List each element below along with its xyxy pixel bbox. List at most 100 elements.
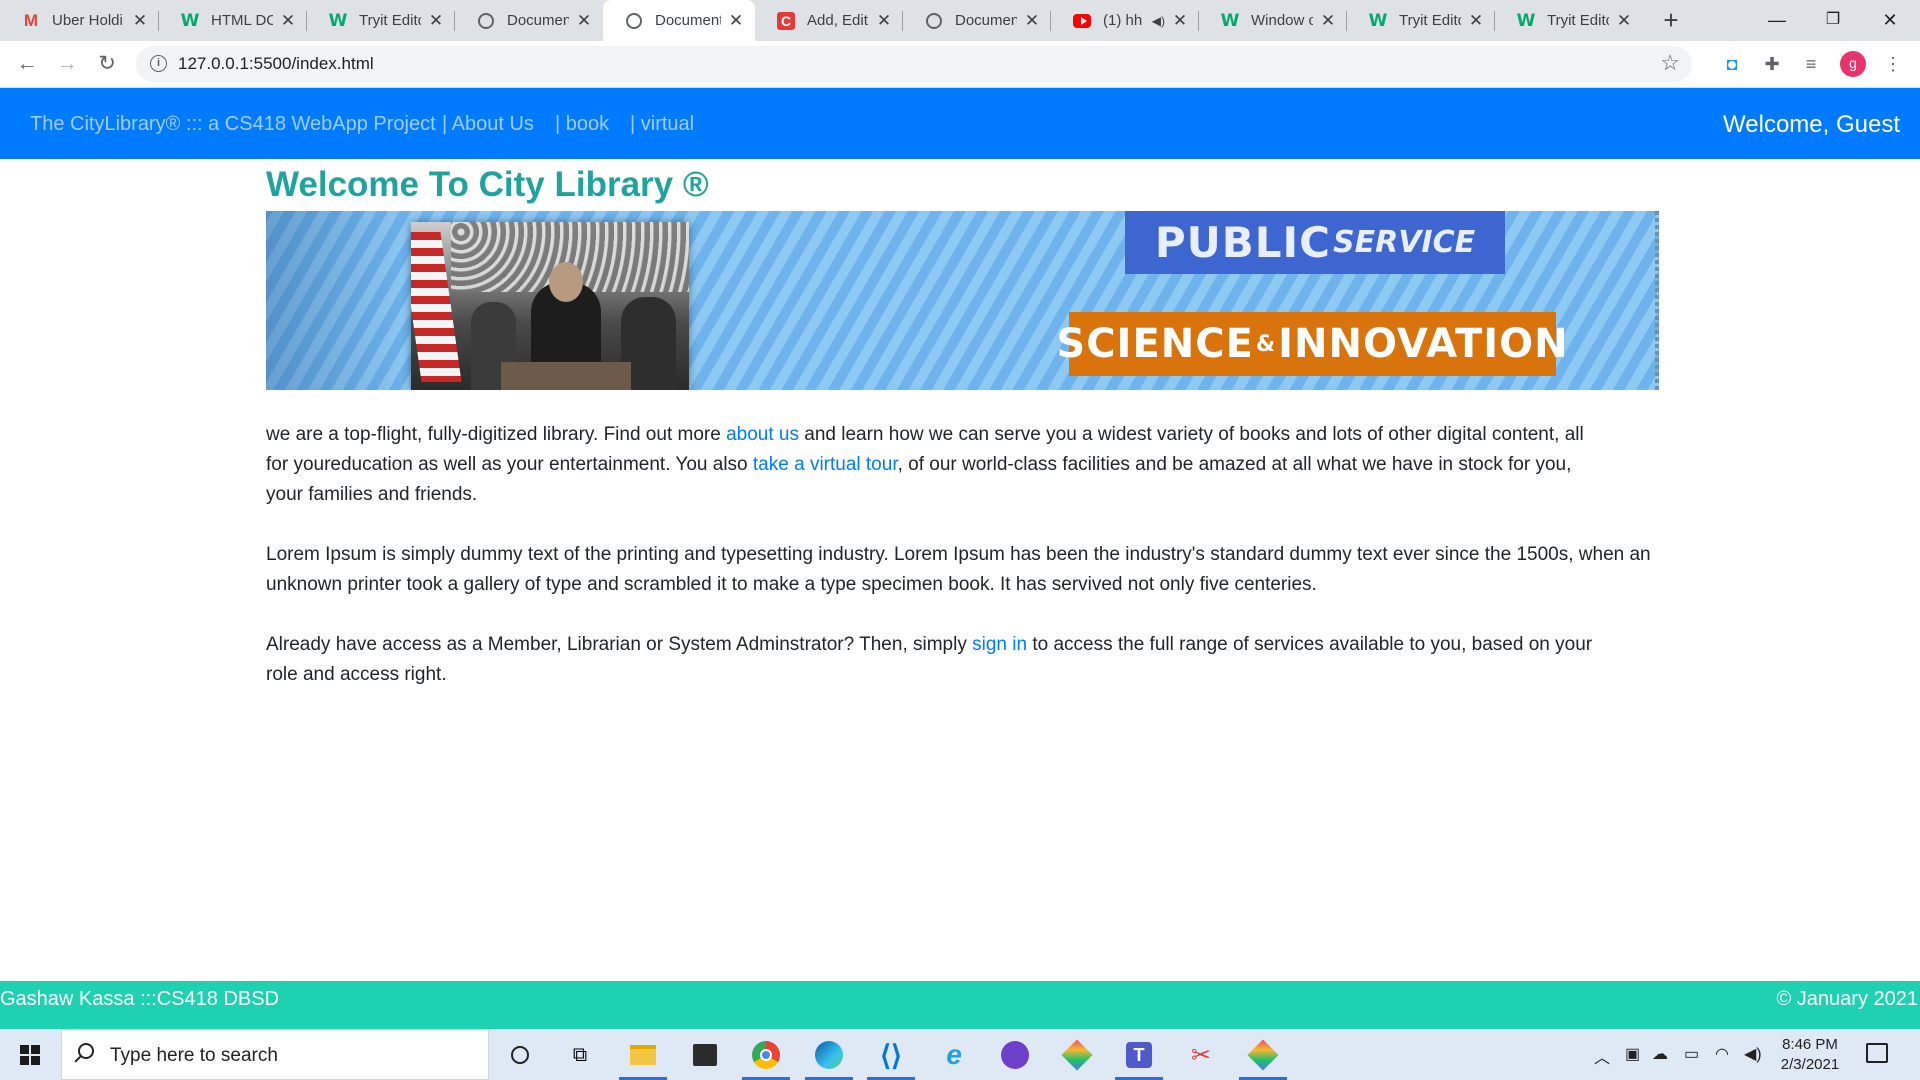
windows-start-button[interactable] <box>0 1029 60 1080</box>
science-innovation-tag: SCIENCE & INNOVATION <box>1056 312 1568 376</box>
system-clock[interactable]: 8:46 PM 2/3/2021 <box>1770 1035 1850 1075</box>
meet-now-icon[interactable]: ▣ <box>1625 1044 1640 1064</box>
site-info-icon[interactable]: i <box>150 55 167 72</box>
profile-avatar[interactable]: g <box>1840 51 1866 77</box>
w3schools-icon: W <box>328 10 348 31</box>
notifications-icon[interactable] <box>1866 1043 1888 1063</box>
restore-button[interactable]: ❐ <box>1805 0 1861 41</box>
intro-paragraph: we are a top-flight, fully-digitized lib… <box>266 424 1584 505</box>
footer-copyright: © January 2021 <box>1776 988 1919 1010</box>
close-tab-icon[interactable]: ✕ <box>875 11 893 30</box>
close-tab-icon[interactable]: ✕ <box>427 11 445 30</box>
browser-tab-active[interactable]: Document ✕ <box>603 0 755 41</box>
signin-paragraph: Already have access as a Member, Librari… <box>266 634 1593 685</box>
clock-date: 2/3/2021 <box>1780 1056 1840 1073</box>
volume-icon[interactable]: ◀) <box>1744 1044 1762 1064</box>
github-icon[interactable] <box>998 1038 1032 1072</box>
close-window-button[interactable]: ✕ <box>1862 0 1918 41</box>
close-tab-icon[interactable]: ✕ <box>279 11 297 30</box>
store-icon[interactable] <box>688 1038 722 1072</box>
wifi-icon[interactable]: ◠ <box>1715 1044 1729 1064</box>
browser-tab[interactable]: W Window c ✕ <box>1199 0 1347 41</box>
nav-link-virtual[interactable]: | virtual <box>630 113 694 136</box>
browser-tab[interactable]: W Tryit Edito ✕ <box>1495 0 1643 41</box>
browser-toolbar: ← → ↻ i 127.0.0.1:5500/index.html ☆ ◘ ✚ … <box>0 41 1920 88</box>
browser-tab-strip: M Uber Holdi ✕ W HTML DOI ✕ W Tryit Edit… <box>0 0 1920 41</box>
bookmark-star-icon[interactable]: ☆ <box>1660 50 1680 76</box>
lorem-paragraph: Lorem Ipsum is simply dummy text of the … <box>266 544 1651 595</box>
public-service-tag: PUBLIC SERVICE <box>1125 211 1505 274</box>
globe-icon <box>625 12 643 30</box>
search-icon <box>78 1043 94 1059</box>
browser-tab[interactable]: (1) hh ◀) ✕ <box>1051 0 1199 41</box>
reload-button[interactable]: ↻ <box>92 49 122 79</box>
c-app-icon: C <box>777 11 795 30</box>
task-view-icon[interactable]: ⧉ <box>563 1038 597 1072</box>
clock-time: 8:46 PM <box>1782 1036 1838 1053</box>
edge-icon[interactable] <box>812 1038 846 1072</box>
footer-author: Gashaw Kassa :::CS418 DBSD <box>0 988 280 1010</box>
main-content: Welcome To City Library ® PUBLIC SERVICE … <box>266 159 1661 690</box>
tab-title: (1) hh <box>1103 12 1143 29</box>
page-title: Welcome To City Library ® <box>266 165 709 204</box>
teams-icon[interactable]: T <box>1122 1038 1156 1072</box>
file-explorer-icon[interactable] <box>626 1038 660 1072</box>
site-navbar: The CityLibrary® ::: a CS418 WebApp Proj… <box>0 88 1920 159</box>
onedrive-icon[interactable]: ☁ <box>1652 1044 1668 1064</box>
virtual-tour-link[interactable]: take a virtual tour <box>753 454 898 475</box>
forward-button[interactable]: → <box>52 49 82 79</box>
browser-tab[interactable]: Document ✕ <box>455 0 603 41</box>
close-tab-icon[interactable]: ✕ <box>1467 11 1485 30</box>
close-tab-icon[interactable]: ✕ <box>1615 11 1633 30</box>
menu-kebab-icon[interactable]: ⋮ <box>1880 51 1906 77</box>
browser-tab[interactable]: C Add, Edit c ✕ <box>755 0 903 41</box>
tab-title: Uber Holdi <box>52 12 123 29</box>
close-tab-icon[interactable]: ✕ <box>1171 11 1189 30</box>
chrome-icon[interactable] <box>749 1038 783 1072</box>
close-tab-icon[interactable]: ✕ <box>131 11 149 30</box>
media-controls-icon[interactable]: ≡ <box>1798 51 1824 77</box>
nav-link-about-us[interactable]: | About Us <box>442 113 534 136</box>
gitkraken-icon-2[interactable] <box>1246 1038 1280 1072</box>
gmail-icon: M <box>23 10 39 30</box>
cortana-icon[interactable] <box>503 1038 537 1072</box>
w3schools-icon: W <box>180 10 200 31</box>
browser-tab[interactable]: W Tryit Edito ✕ <box>307 0 455 41</box>
welcome-user-text: Welcome, Guest <box>1723 111 1900 138</box>
speaker-icon[interactable]: ◀) <box>1152 14 1165 28</box>
internet-explorer-icon[interactable]: e <box>937 1038 971 1072</box>
back-button[interactable]: ← <box>12 49 42 79</box>
site-footer: Gashaw Kassa :::CS418 DBSD © January 202… <box>0 981 1920 1029</box>
new-tab-button[interactable]: + <box>1657 6 1685 34</box>
tab-title: Add, Edit c <box>807 12 869 29</box>
puzzle-extensions-icon[interactable]: ✚ <box>1759 51 1785 77</box>
browser-tab[interactable]: W HTML DOI ✕ <box>159 0 307 41</box>
nav-link-book[interactable]: | book <box>555 113 609 136</box>
tab-title: Document <box>507 12 569 29</box>
show-hidden-icons[interactable]: ︿ <box>1594 1044 1610 1068</box>
youtube-icon <box>1073 12 1091 30</box>
minimize-button[interactable]: — <box>1749 0 1805 41</box>
url-text[interactable]: 127.0.0.1:5500/index.html <box>178 54 374 74</box>
tab-title: HTML DOI <box>211 12 273 29</box>
about-us-link[interactable]: about us <box>726 424 799 445</box>
battery-icon[interactable]: ▭ <box>1684 1044 1699 1064</box>
browser-tab[interactable]: M Uber Holdi ✕ <box>0 0 159 41</box>
taskbar-search[interactable]: Type here to search <box>61 1029 489 1080</box>
snipping-tool-icon[interactable]: ✂ <box>1184 1038 1218 1072</box>
vscode-icon[interactable]: ⟨⟩ <box>874 1038 908 1072</box>
navbar-brand[interactable]: The CityLibrary® ::: a CS418 WebApp Proj… <box>30 113 436 136</box>
sign-in-link[interactable]: sign in <box>972 634 1027 655</box>
tab-title: Tryit Edito <box>1547 12 1609 29</box>
close-tab-icon[interactable]: ✕ <box>1023 11 1041 30</box>
gitkraken-icon[interactable] <box>1060 1038 1094 1072</box>
tab-title: Tryit Edito <box>359 12 421 29</box>
browser-tab[interactable]: W Tryit Edito ✕ <box>1347 0 1495 41</box>
tab-title: Window c <box>1251 12 1313 29</box>
address-bar[interactable]: i 127.0.0.1:5500/index.html ☆ <box>136 46 1692 82</box>
browser-tab[interactable]: Document ✕ <box>903 0 1051 41</box>
extension-icon[interactable]: ◘ <box>1719 51 1745 77</box>
close-tab-icon[interactable]: ✕ <box>727 11 745 30</box>
close-tab-icon[interactable]: ✕ <box>575 11 593 30</box>
close-tab-icon[interactable]: ✕ <box>1319 11 1337 30</box>
